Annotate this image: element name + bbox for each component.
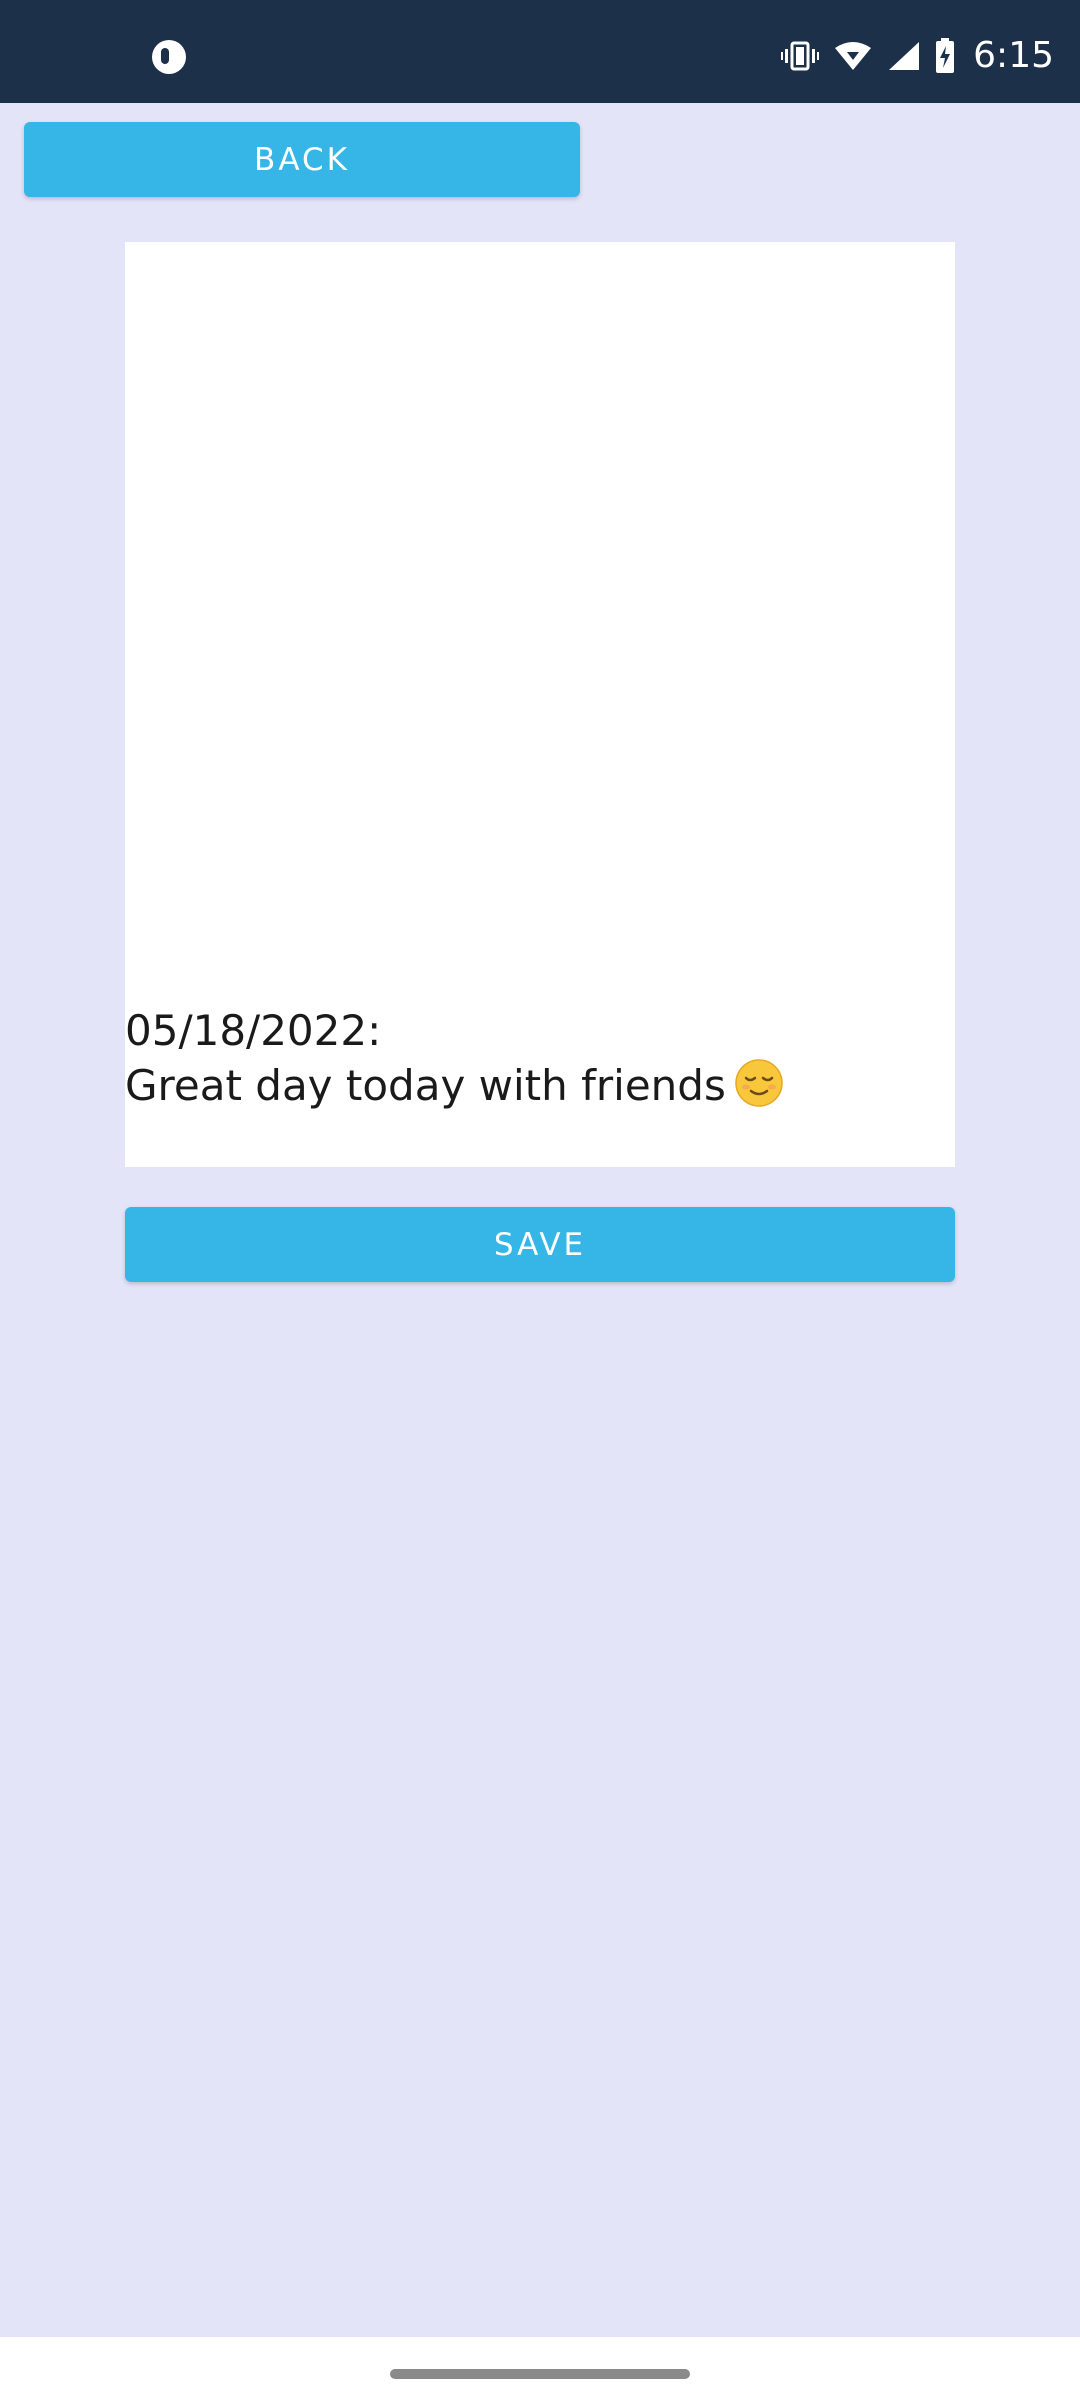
app-notification-icon <box>152 40 186 74</box>
battery-charging-icon <box>936 38 955 73</box>
note-text: 05/18/2022: Great day today with friends <box>125 1004 955 1113</box>
save-button[interactable]: SAVE <box>125 1207 955 1282</box>
note-body-line: Great day today with friends <box>125 1058 955 1113</box>
note-date: 05/18/2022: <box>125 1006 382 1055</box>
note-body: Great day today with friends <box>125 1061 726 1110</box>
gesture-nav-bar <box>0 2337 1080 2400</box>
relieved-face-icon <box>735 1059 783 1107</box>
home-indicator[interactable] <box>390 2369 690 2379</box>
back-button[interactable]: BACK <box>24 122 580 197</box>
signal-icon <box>889 42 920 70</box>
status-icons: 6:15 <box>781 28 1054 84</box>
status-time: 6:15 <box>973 35 1054 76</box>
wifi-icon <box>835 42 872 70</box>
vibrate-icon <box>781 41 820 71</box>
note-editor[interactable]: 05/18/2022: Great day today with friends <box>125 242 955 1167</box>
status-bar: 6:15 <box>0 0 1080 103</box>
